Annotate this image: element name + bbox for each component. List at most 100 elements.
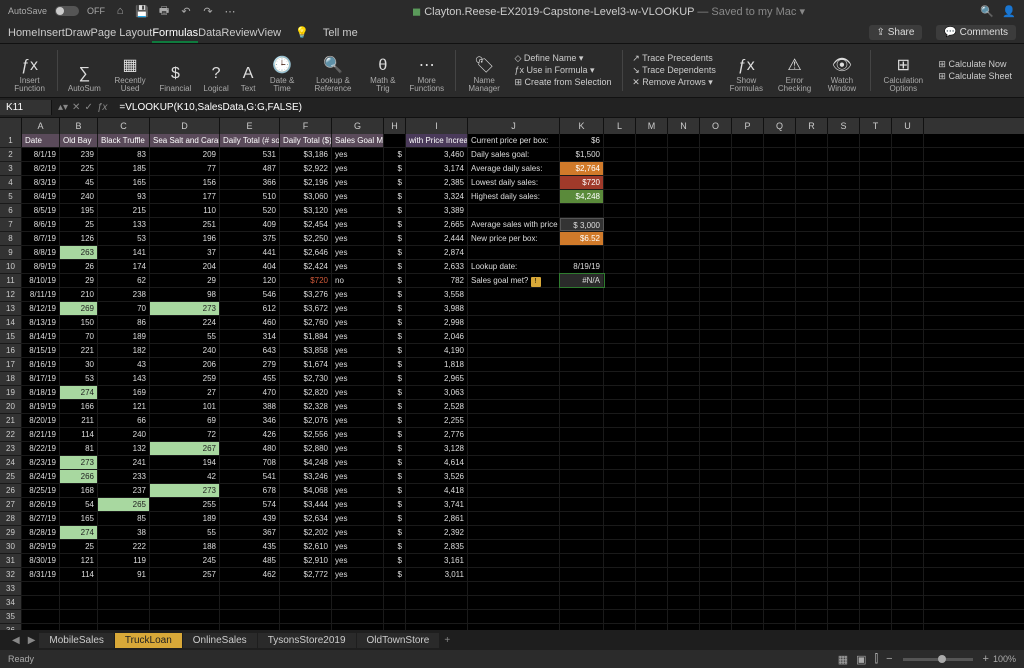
cell[interactable]: $	[384, 442, 406, 455]
cell[interactable]	[560, 358, 604, 371]
cell-total-sold[interactable]: 279	[220, 358, 280, 371]
cell[interactable]	[668, 456, 700, 469]
math-trig[interactable]: θMath & Trig	[365, 46, 400, 95]
cell[interactable]: $	[384, 232, 406, 245]
cell-date[interactable]: 8/15/19	[22, 344, 60, 357]
cell[interactable]: $	[384, 190, 406, 203]
row-header[interactable]: 27	[0, 498, 22, 511]
cell-total-dollar[interactable]: $4,248	[280, 456, 332, 469]
cell[interactable]	[764, 288, 796, 301]
cell-total-dollar[interactable]: $2,202	[280, 526, 332, 539]
cell-goal-met[interactable]: yes	[332, 414, 384, 427]
more-icon[interactable]: ⋯	[223, 4, 237, 18]
cell-date[interactable]: 8/7/19	[22, 232, 60, 245]
row-header[interactable]: 2	[0, 148, 22, 161]
cell[interactable]	[636, 232, 668, 245]
cell[interactable]	[604, 176, 636, 189]
cell-total-dollar[interactable]: $3,444	[280, 498, 332, 511]
cell-total-sold[interactable]: 574	[220, 498, 280, 511]
cell-caramel[interactable]: 156	[150, 176, 220, 189]
cell[interactable]	[604, 302, 636, 315]
cell[interactable]	[828, 596, 860, 609]
cell[interactable]	[604, 484, 636, 497]
cell[interactable]	[604, 568, 636, 581]
cell[interactable]	[636, 274, 668, 287]
cell-caramel[interactable]: 257	[150, 568, 220, 581]
cell[interactable]	[668, 568, 700, 581]
cell-price-increase[interactable]: 2,633	[406, 260, 468, 273]
tab-formulas[interactable]: Formulas	[152, 25, 198, 43]
cell[interactable]	[796, 568, 828, 581]
cell[interactable]: $	[384, 176, 406, 189]
cell[interactable]	[280, 610, 332, 623]
cell[interactable]	[468, 414, 560, 427]
cell-price-increase[interactable]: 2,861	[406, 512, 468, 525]
cell[interactable]: $	[384, 428, 406, 441]
row-header[interactable]: 6	[0, 204, 22, 217]
cell-date[interactable]: 8/22/19	[22, 442, 60, 455]
cell-truffle[interactable]: 182	[98, 344, 150, 357]
cell-goal-met[interactable]: yes	[332, 162, 384, 175]
col-header-A[interactable]: A	[22, 118, 60, 134]
cell[interactable]: $	[384, 498, 406, 511]
cell[interactable]	[828, 134, 860, 147]
col-header-S[interactable]: S	[828, 118, 860, 134]
cell[interactable]	[560, 344, 604, 357]
cell-total-sold[interactable]: 485	[220, 554, 280, 567]
cell[interactable]	[98, 582, 150, 595]
cell[interactable]	[636, 596, 668, 609]
row-header[interactable]: 30	[0, 540, 22, 553]
cell-total-dollar[interactable]: $4,068	[280, 484, 332, 497]
cell[interactable]	[468, 358, 560, 371]
cell[interactable]	[764, 148, 796, 161]
cell[interactable]	[892, 512, 924, 525]
cell[interactable]	[828, 386, 860, 399]
cell[interactable]	[468, 582, 560, 595]
cell[interactable]	[828, 330, 860, 343]
cell[interactable]	[764, 554, 796, 567]
row-header[interactable]: 4	[0, 176, 22, 189]
cell[interactable]: $	[384, 246, 406, 259]
row-header[interactable]: 22	[0, 428, 22, 441]
cell[interactable]	[892, 162, 924, 175]
sheet-nav-next[interactable]: ▶	[24, 635, 40, 646]
cell[interactable]	[860, 442, 892, 455]
cell-total-sold[interactable]: 531	[220, 148, 280, 161]
cell[interactable]	[636, 610, 668, 623]
cell-oldbay[interactable]: 266	[60, 470, 98, 483]
cell[interactable]	[468, 624, 560, 630]
cell[interactable]	[860, 428, 892, 441]
cell[interactable]	[604, 246, 636, 259]
cell-caramel[interactable]: 110	[150, 204, 220, 217]
cell-truffle[interactable]: 38	[98, 526, 150, 539]
cell-goal-met[interactable]: yes	[332, 442, 384, 455]
cell-date[interactable]: 8/4/19	[22, 190, 60, 203]
cell[interactable]	[332, 582, 384, 595]
cell-total-sold[interactable]: 409	[220, 218, 280, 231]
cell[interactable]	[796, 372, 828, 385]
cell[interactable]	[860, 176, 892, 189]
cell-goal-met[interactable]: yes	[332, 190, 384, 203]
cell-date[interactable]: 8/26/19	[22, 498, 60, 511]
cell[interactable]	[560, 246, 604, 259]
cell-price-increase[interactable]: 3,174	[406, 162, 468, 175]
cell-date[interactable]: 8/29/19	[22, 540, 60, 553]
cell[interactable]	[732, 162, 764, 175]
table-header[interactable]: Date	[22, 134, 60, 147]
cell[interactable]	[828, 568, 860, 581]
view-break-icon[interactable]: ⫿	[875, 653, 879, 666]
cell[interactable]	[860, 344, 892, 357]
cell[interactable]	[668, 344, 700, 357]
cell[interactable]	[636, 386, 668, 399]
cell[interactable]	[560, 484, 604, 497]
cell-price-increase[interactable]: 3,988	[406, 302, 468, 315]
cell[interactable]	[560, 414, 604, 427]
cell[interactable]	[860, 274, 892, 287]
cell[interactable]	[700, 512, 732, 525]
cell[interactable]	[560, 470, 604, 483]
cell[interactable]	[732, 512, 764, 525]
row-header[interactable]: 20	[0, 400, 22, 413]
cell[interactable]: $	[384, 540, 406, 553]
cell-caramel[interactable]: 42	[150, 470, 220, 483]
cell[interactable]	[604, 456, 636, 469]
